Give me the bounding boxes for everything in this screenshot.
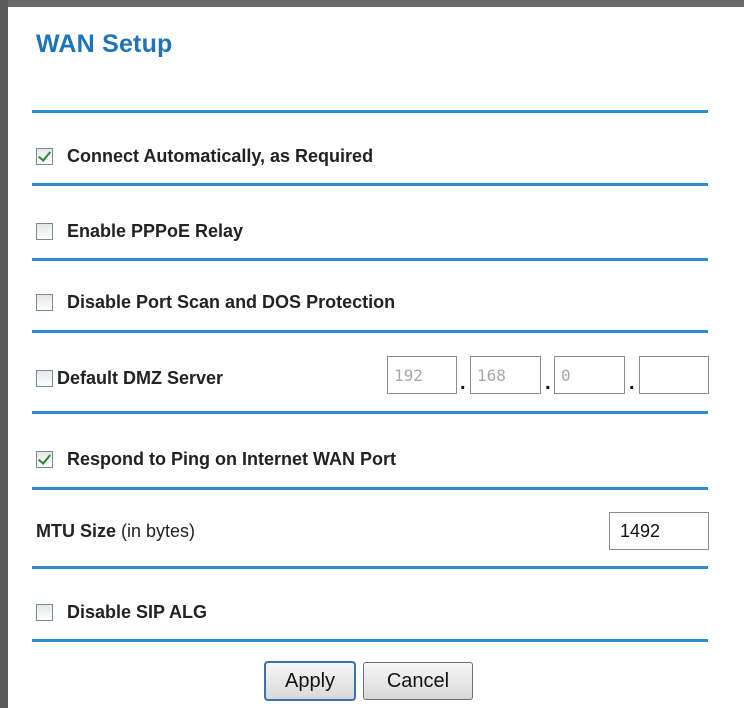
window-top-border	[0, 0, 744, 7]
dmz-ip-octet-2[interactable]	[470, 356, 541, 394]
divider	[32, 110, 708, 113]
divider	[32, 258, 708, 261]
connect-automatically-checkbox[interactable]	[36, 148, 53, 165]
mtu-size-input[interactable]	[609, 512, 709, 550]
cancel-button[interactable]: Cancel	[363, 662, 473, 700]
disable-port-scan-label: Disable Port Scan and DOS Protection	[67, 292, 396, 312]
dmz-ip-octet-3[interactable]	[554, 356, 625, 394]
dmz-ip-octet-1[interactable]	[387, 356, 457, 394]
page-title: WAN Setup	[36, 30, 173, 58]
disable-sip-alg-label: Disable SIP ALG	[67, 602, 208, 622]
dmz-server-checkbox[interactable]	[36, 370, 53, 387]
ip-separator: .	[545, 372, 551, 394]
connect-automatically-label: Connect Automatically, as Required	[67, 146, 374, 166]
dmz-server-row: Default DMZ Server	[36, 368, 223, 389]
divider	[32, 639, 708, 642]
respond-ping-row: Respond to Ping on Internet WAN Port	[36, 449, 396, 470]
divider	[32, 411, 708, 414]
disable-port-scan-row: Disable Port Scan and DOS Protection	[36, 292, 395, 313]
pppoe-relay-row: Enable PPPoE Relay	[36, 221, 243, 242]
connect-automatically-row: Connect Automatically, as Required	[36, 146, 373, 167]
divider	[32, 183, 708, 186]
disable-sip-alg-row: Disable SIP ALG	[36, 602, 207, 623]
dmz-server-label: Default DMZ Server	[57, 368, 224, 388]
mtu-size-label-text: MTU Size	[36, 521, 117, 541]
ip-separator: .	[629, 372, 635, 394]
divider	[32, 330, 708, 333]
pppoe-relay-checkbox[interactable]	[36, 223, 53, 240]
disable-sip-alg-checkbox[interactable]	[36, 604, 53, 621]
dmz-ip-octet-4[interactable]	[639, 356, 709, 394]
divider	[32, 566, 708, 569]
respond-ping-checkbox[interactable]	[36, 451, 53, 468]
mtu-size-label: MTU Size (in bytes)	[36, 521, 195, 542]
respond-ping-label: Respond to Ping on Internet WAN Port	[67, 449, 396, 469]
window-left-border	[0, 0, 8, 708]
divider	[32, 487, 708, 490]
mtu-size-unit-note: (in bytes)	[121, 521, 196, 541]
mtu-size-row: MTU Size (in bytes)	[36, 521, 195, 542]
apply-button[interactable]: Apply	[264, 661, 356, 701]
ip-separator: .	[460, 372, 466, 394]
disable-port-scan-checkbox[interactable]	[36, 294, 53, 311]
pppoe-relay-label: Enable PPPoE Relay	[67, 221, 244, 241]
